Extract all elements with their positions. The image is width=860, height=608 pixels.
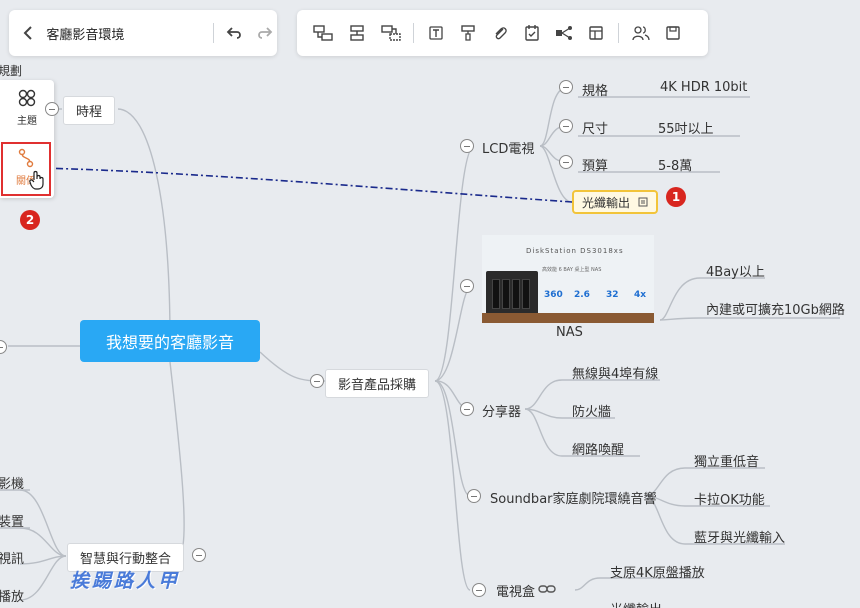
insert-toolbar (297, 10, 708, 56)
node-size-key[interactable]: 尺寸 (582, 118, 608, 137)
calendar-check-icon (525, 25, 539, 41)
collapse-tvbox-toggle[interactable] (472, 583, 486, 597)
node-lcd-tv[interactable]: LCD電視 (482, 138, 534, 157)
node-router-wired[interactable]: 無線與4埠有線 (572, 363, 658, 382)
text-box-icon (429, 26, 443, 40)
node-router-firewall[interactable]: 防火牆 (572, 401, 611, 420)
divider (413, 23, 414, 43)
nas-stat-2: 2.6 (574, 290, 590, 300)
layout-icon (589, 26, 603, 40)
nas-image-title: DiskStation DS3018xs (526, 247, 624, 255)
nas-device (486, 271, 538, 315)
users-icon (632, 26, 650, 41)
theme-icon (18, 89, 36, 107)
side-panel: 主題 關係 (0, 80, 54, 198)
collapse-size-toggle[interactable] (559, 119, 573, 133)
collapse-budget-toggle[interactable] (559, 155, 573, 169)
branch-timeline[interactable]: 時程 (63, 96, 116, 125)
optical-label: 光纖輸出 (582, 195, 631, 210)
format-painter-button[interactable] (454, 19, 482, 47)
collapse-timeline-toggle[interactable] (45, 102, 59, 116)
collapse-router-toggle[interactable] (460, 402, 474, 416)
hand-cursor-icon (29, 170, 44, 190)
undo-button[interactable] (222, 19, 247, 47)
collapse-nas-toggle[interactable] (460, 279, 474, 293)
node-optical-output-selected[interactable]: 光纖輸出 (572, 190, 658, 214)
branch-purchase[interactable]: 影音產品採購 (325, 369, 430, 398)
node-karaoke[interactable]: 卡拉OK功能 (694, 489, 765, 508)
insert-parent-button[interactable] (377, 19, 405, 47)
nas-stat-1: 360 (544, 290, 563, 300)
nas-stat-4: 4x (634, 290, 647, 300)
left-toolbar: 客廳影音環境 (9, 10, 277, 56)
attachment-button[interactable] (486, 19, 514, 47)
node-router[interactable]: 分享器 (482, 401, 521, 420)
node-tvbox[interactable]: 電視盒 (496, 581, 535, 600)
chevron-left-icon (23, 26, 32, 40)
node-spec-key[interactable]: 規格 (582, 80, 608, 99)
node-4k-playback[interactable]: 支原4K原盤播放 (610, 562, 705, 581)
node-budget-key[interactable]: 預算 (582, 155, 608, 174)
collapse-purchase-toggle[interactable] (310, 374, 324, 388)
nas-wood-base (482, 313, 654, 323)
layout-button[interactable] (582, 19, 610, 47)
node-router-wol[interactable]: 網路喚醒 (572, 439, 624, 458)
collapse-soundbar-toggle[interactable] (467, 489, 481, 503)
redo-button[interactable] (252, 19, 277, 47)
node-soundbar[interactable]: Soundbar家庭劇院環繞音響 (490, 488, 657, 507)
task-button[interactable] (518, 19, 546, 47)
relation-tool-button[interactable]: 關係 (1, 142, 51, 196)
node-clipped-camera[interactable]: 影機 (0, 473, 24, 492)
theme-label: 主題 (17, 116, 37, 127)
node-tvbox-optical[interactable]: 光纖輸出 (610, 599, 662, 608)
relation-curve-icon (18, 148, 34, 168)
sibling-node-icon (350, 25, 364, 41)
node-nas-4bay[interactable]: 4Bay以上 (706, 261, 765, 280)
child-node-icon (313, 25, 333, 41)
node-size-value[interactable]: 55吋以上 (658, 118, 714, 137)
save-button[interactable] (659, 19, 687, 47)
undo-icon (226, 27, 241, 39)
clipped-node-plan[interactable]: 規劃 (0, 62, 22, 79)
node-clipped-video[interactable]: 視訊 (0, 548, 24, 567)
parent-node-icon (381, 25, 401, 41)
divider (618, 23, 619, 43)
divider (213, 23, 215, 43)
node-subwoofer[interactable]: 獨立重低音 (694, 451, 759, 470)
badge-two: 2 (20, 210, 40, 230)
collapse-lcd-toggle[interactable] (460, 139, 474, 153)
document-title[interactable]: 客廳影音環境 (46, 24, 173, 43)
collapse-smart-toggle[interactable] (192, 548, 206, 562)
note-icon (638, 197, 648, 207)
collaborate-button[interactable] (627, 19, 655, 47)
node-nas[interactable]: NAS (556, 325, 583, 340)
relation-button[interactable] (550, 19, 578, 47)
nas-image-sub: 高效能 6 BAY 桌上型 NAS (542, 267, 602, 273)
node-budget-value[interactable]: 5-8萬 (658, 155, 692, 174)
node-clipped-play[interactable]: 播放 (0, 586, 24, 605)
save-icon (666, 26, 680, 40)
node-clipped-device[interactable]: 裝置 (0, 511, 24, 530)
text-button[interactable] (422, 19, 450, 47)
insert-sibling-button[interactable] (343, 19, 371, 47)
paint-roller-icon (461, 25, 475, 41)
link-icon (538, 585, 556, 593)
insert-child-button[interactable] (309, 19, 337, 47)
redo-icon (258, 27, 273, 39)
badge-one: 1 (666, 187, 686, 207)
relation-arrow (39, 167, 573, 203)
node-bt-optical[interactable]: 藍牙與光纖輸入 (694, 527, 785, 546)
node-nas-10gb[interactable]: 內建或可擴充10Gb網路 (706, 299, 845, 318)
watermark: 挨踢路人甲 (70, 570, 181, 592)
nas-stat-3: 32 (606, 290, 619, 300)
node-spec-value[interactable]: 4K HDR 10bit (660, 80, 747, 95)
back-button[interactable] (15, 19, 40, 47)
nas-product-image: DiskStation DS3018xs 高效能 6 BAY 桌上型 NAS 3… (482, 235, 654, 323)
root-node[interactable]: 我想要的客廳影音 (80, 320, 260, 362)
collapse-spec-toggle[interactable] (559, 80, 573, 94)
share-nodes-icon (556, 26, 572, 40)
paperclip-icon (495, 27, 507, 40)
